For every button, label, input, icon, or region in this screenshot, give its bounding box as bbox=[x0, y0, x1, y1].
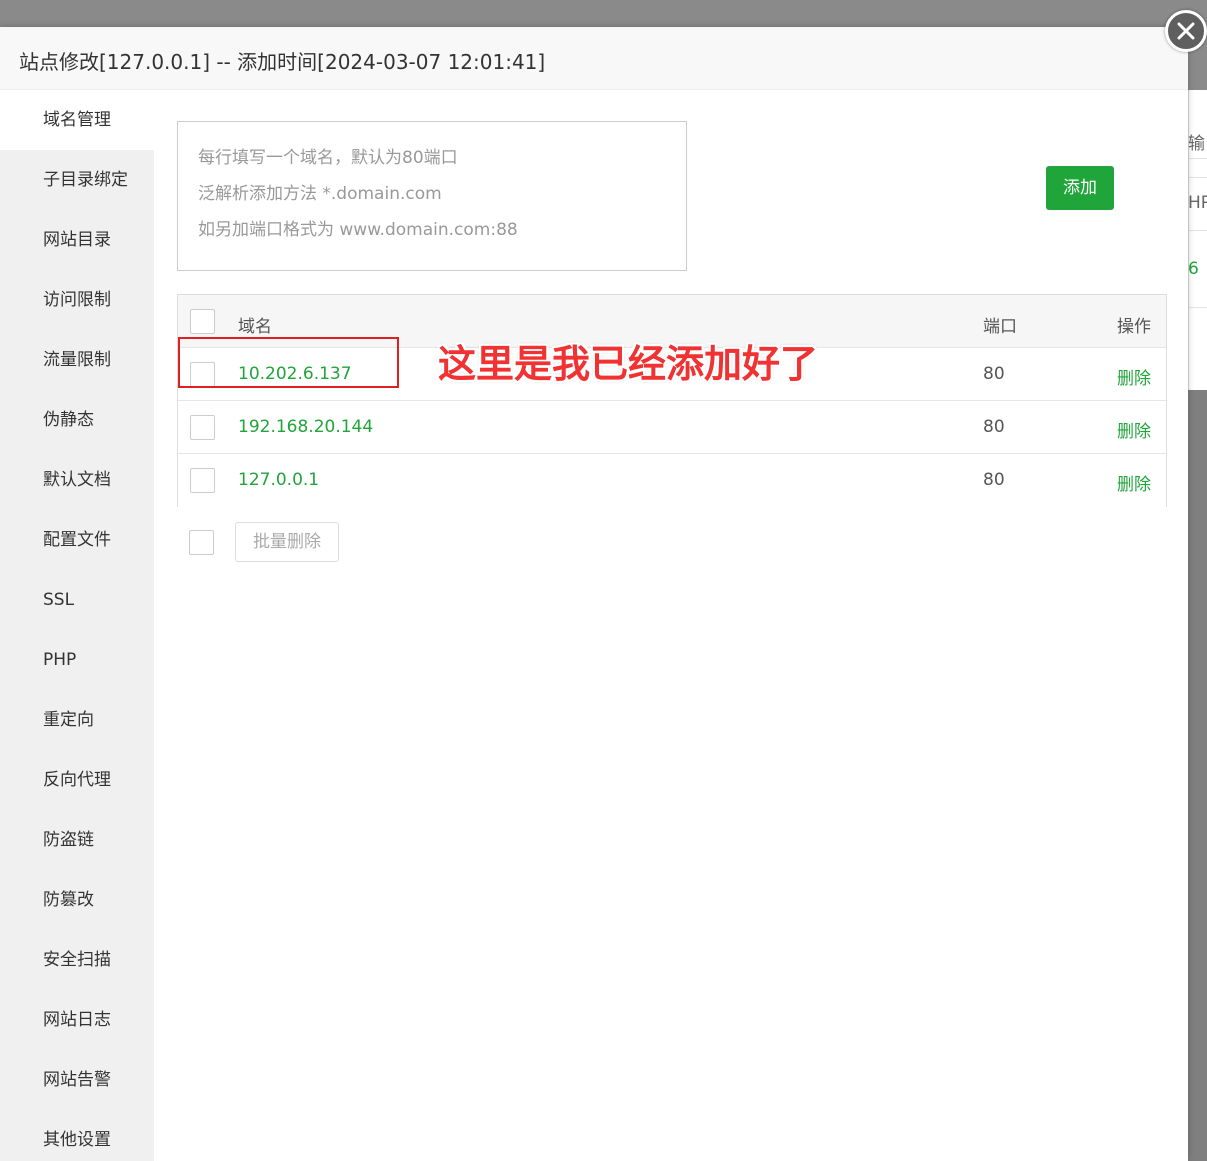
sidebar-item-redirect[interactable]: 重定向 bbox=[0, 690, 154, 750]
site-edit-dialog: 站点修改[127.0.0.1] -- 添加时间[2024-03-07 12:01… bbox=[0, 27, 1188, 1161]
port-cell: 80 bbox=[983, 364, 1005, 384]
sidebar-item-default-document[interactable]: 默认文档 bbox=[0, 450, 154, 510]
background-fragment: HP bbox=[1188, 193, 1207, 213]
delete-link[interactable]: 删除 bbox=[1117, 470, 1151, 495]
delete-link[interactable]: 删除 bbox=[1117, 417, 1151, 442]
column-header-operation: 操作 bbox=[1117, 317, 1151, 337]
close-dialog-button[interactable] bbox=[1165, 10, 1207, 52]
bulk-select-checkbox[interactable] bbox=[189, 530, 214, 555]
placeholder-line: 泛解析添加方法 *.domain.com bbox=[198, 184, 442, 204]
domain-table: 域名 端口 操作 10.202.6.137 80 删除 192.168.20.1… bbox=[177, 294, 1167, 507]
port-cell: 80 bbox=[983, 470, 1005, 490]
table-row: 127.0.0.1 80 删除 bbox=[178, 454, 1166, 507]
column-header-domain: 域名 bbox=[238, 317, 272, 337]
sidebar-item-ssl[interactable]: SSL bbox=[0, 570, 154, 630]
background-divider bbox=[1188, 307, 1207, 308]
table-row: 192.168.20.144 80 删除 bbox=[178, 401, 1166, 454]
background-divider bbox=[1188, 177, 1207, 178]
background-fragment: 输 bbox=[1188, 134, 1205, 154]
domain-textarea[interactable]: 每行填写一个域名，默认为80端口 泛解析添加方法 *.domain.com 如另… bbox=[177, 121, 687, 271]
sidebar-item-site-alerts[interactable]: 网站告警 bbox=[0, 1050, 154, 1110]
background-fragment: 6 bbox=[1188, 259, 1199, 279]
annotation-text: 这里是我已经添加好了 bbox=[438, 342, 819, 386]
sidebar-item-site-directory[interactable]: 网站目录 bbox=[0, 210, 154, 270]
sidebar-item-config-file[interactable]: 配置文件 bbox=[0, 510, 154, 570]
sidebar-item-php[interactable]: PHP bbox=[0, 630, 154, 690]
sidebar-item-subdirectory-binding[interactable]: 子目录绑定 bbox=[0, 150, 154, 210]
sidebar-item-access-restriction[interactable]: 访问限制 bbox=[0, 270, 154, 330]
background-divider bbox=[1188, 230, 1207, 231]
column-header-port: 端口 bbox=[983, 317, 1017, 337]
bulk-delete-button[interactable]: 批量删除 bbox=[235, 522, 339, 562]
sidebar-item-security-scan[interactable]: 安全扫描 bbox=[0, 930, 154, 990]
sidebar-item-other-settings[interactable]: 其他设置 bbox=[0, 1110, 154, 1161]
add-domain-button[interactable]: 添加 bbox=[1046, 166, 1114, 210]
sidebar: 域名管理 子目录绑定 网站目录 访问限制 流量限制 伪静态 默认文档 配置文件 … bbox=[0, 90, 154, 1161]
background-divider bbox=[1188, 158, 1207, 159]
placeholder-line: 如另加端口格式为 www.domain.com:88 bbox=[198, 220, 518, 240]
domain-management-panel: 每行填写一个域名，默认为80端口 泛解析添加方法 *.domain.com 如另… bbox=[154, 90, 1188, 1161]
sidebar-item-domain-management[interactable]: 域名管理 bbox=[0, 90, 154, 150]
annotation-highlight-box bbox=[178, 337, 399, 388]
sidebar-item-site-logs[interactable]: 网站日志 bbox=[0, 990, 154, 1050]
row-checkbox[interactable] bbox=[190, 415, 215, 440]
port-cell: 80 bbox=[983, 417, 1005, 437]
domain-cell[interactable]: 127.0.0.1 bbox=[238, 470, 319, 490]
sidebar-item-hotlink-protection[interactable]: 防盗链 bbox=[0, 810, 154, 870]
sidebar-item-tamper-protection[interactable]: 防篡改 bbox=[0, 870, 154, 930]
close-icon bbox=[1177, 22, 1195, 40]
sidebar-item-traffic-limit[interactable]: 流量限制 bbox=[0, 330, 154, 390]
delete-link[interactable]: 删除 bbox=[1117, 364, 1151, 389]
dialog-header: 站点修改[127.0.0.1] -- 添加时间[2024-03-07 12:01… bbox=[0, 27, 1188, 90]
row-checkbox[interactable] bbox=[190, 468, 215, 493]
select-all-checkbox[interactable] bbox=[190, 309, 215, 334]
domain-cell[interactable]: 192.168.20.144 bbox=[238, 417, 373, 437]
sidebar-item-rewrite[interactable]: 伪静态 bbox=[0, 390, 154, 450]
dialog-title: 站点修改[127.0.0.1] -- 添加时间[2024-03-07 12:01… bbox=[19, 50, 546, 74]
sidebar-item-reverse-proxy[interactable]: 反向代理 bbox=[0, 750, 154, 810]
placeholder-line: 每行填写一个域名，默认为80端口 bbox=[198, 148, 458, 168]
